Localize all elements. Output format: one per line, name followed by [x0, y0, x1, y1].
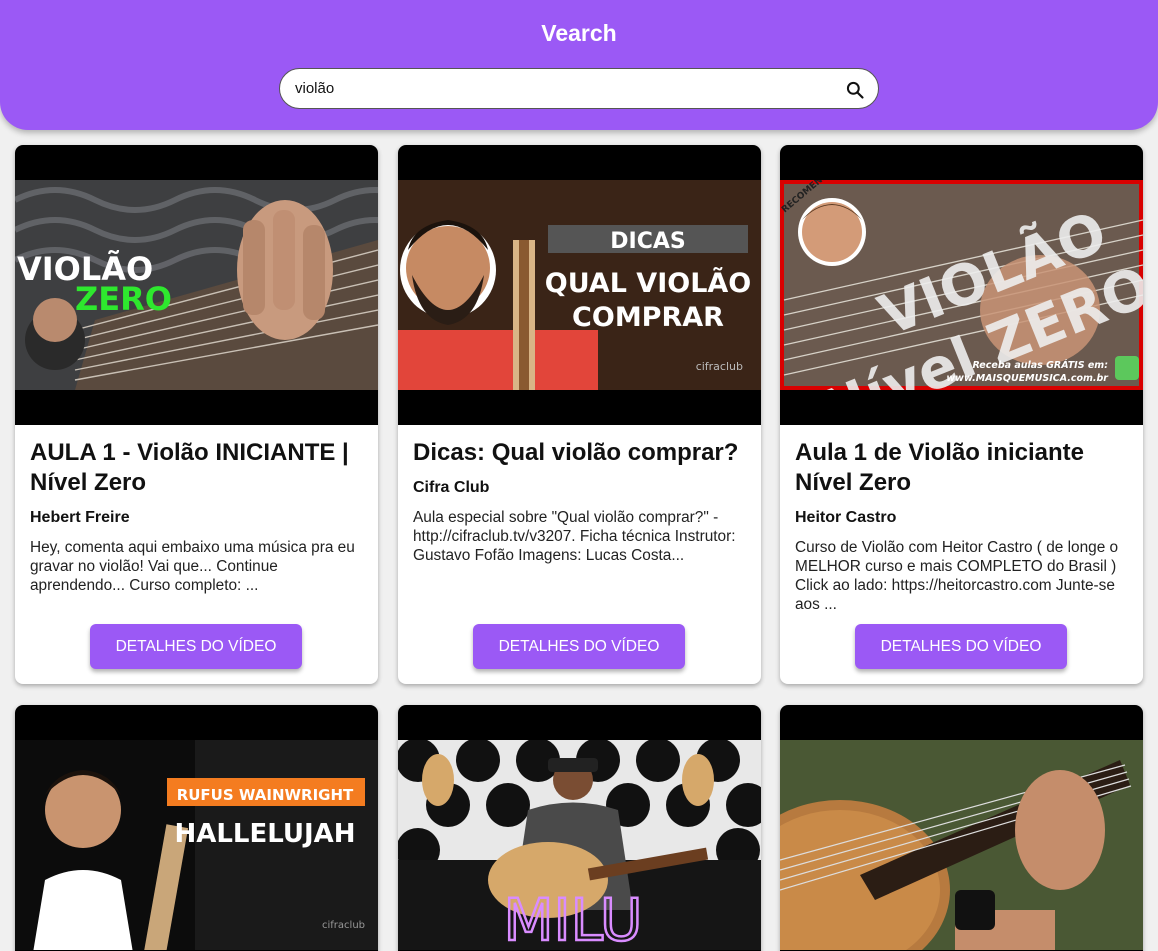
search-icon[interactable] [845, 80, 865, 100]
thumb-text: cifraclub [696, 360, 743, 373]
thumb-text: COMPRAR [572, 302, 724, 333]
video-description: Curso de Violão com Heitor Castro ( de l… [795, 539, 1119, 613]
video-card: VIOLÃO ZERO AULA 1 - Violão INICIANTE | … [15, 145, 378, 684]
thumb-text: DICAS [610, 229, 685, 254]
video-card [780, 705, 1143, 951]
thumb-text: cifraclub [322, 920, 365, 931]
video-description: Aula especial sobre "Qual violão comprar… [413, 509, 736, 564]
search-input[interactable] [295, 69, 835, 108]
thumb-text: Receba aulas GRÁTIS em: [972, 359, 1108, 371]
channel-name: Cifra Club [413, 479, 490, 496]
video-card: DICAS QUAL VIOLÃO COMPRAR cifraclub Dica… [398, 145, 761, 684]
thumb-text: HALLELUJAH [174, 819, 355, 849]
video-title: Dicas: Qual violão comprar? [413, 439, 739, 466]
video-thumbnail[interactable]: DICAS QUAL VIOLÃO COMPRAR cifraclub [398, 145, 761, 425]
app-title: Vearch [541, 20, 617, 46]
video-thumbnail[interactable]: MILU [398, 705, 761, 951]
video-thumbnail[interactable]: RUFUS WAINWRIGHT HALLELUJAH cifraclub [15, 705, 378, 951]
thumb-text: ZERO [75, 280, 172, 318]
video-title: Aula 1 de Violão iniciante Nível Zero [795, 439, 1084, 496]
thumb-text: QUAL VIOLÃO [545, 267, 752, 299]
thumb-text: MILU [503, 886, 642, 950]
video-title: AULA 1 - Violão INICIANTE | Nível Zero [30, 439, 349, 496]
video-description: Hey, comenta aqui embaixo uma música pra… [30, 539, 355, 594]
details-button[interactable]: DETALHES DO VÍDEO [855, 624, 1067, 669]
thumb-text: www.MAISQUEMUSICA.com.br [946, 373, 1109, 384]
details-button[interactable]: DETALHES DO VÍDEO [90, 624, 302, 669]
video-card: RECOMENDADO VIOLÃO Nível ZERO Receba aul… [780, 145, 1143, 684]
video-thumbnail[interactable]: RECOMENDADO VIOLÃO Nível ZERO Receba aul… [780, 145, 1143, 425]
details-button[interactable]: DETALHES DO VÍDEO [473, 624, 685, 669]
app-header: Vearch [0, 0, 1158, 130]
channel-name: Heitor Castro [795, 509, 897, 526]
channel-name: Hebert Freire [30, 509, 130, 526]
video-card: RUFUS WAINWRIGHT HALLELUJAH cifraclub [15, 705, 378, 951]
video-thumbnail[interactable] [780, 705, 1143, 951]
video-thumbnail[interactable]: VIOLÃO ZERO [15, 145, 378, 425]
video-card: MILU [398, 705, 761, 951]
thumb-text: RUFUS WAINWRIGHT [177, 786, 354, 804]
search-bar[interactable] [279, 68, 879, 109]
